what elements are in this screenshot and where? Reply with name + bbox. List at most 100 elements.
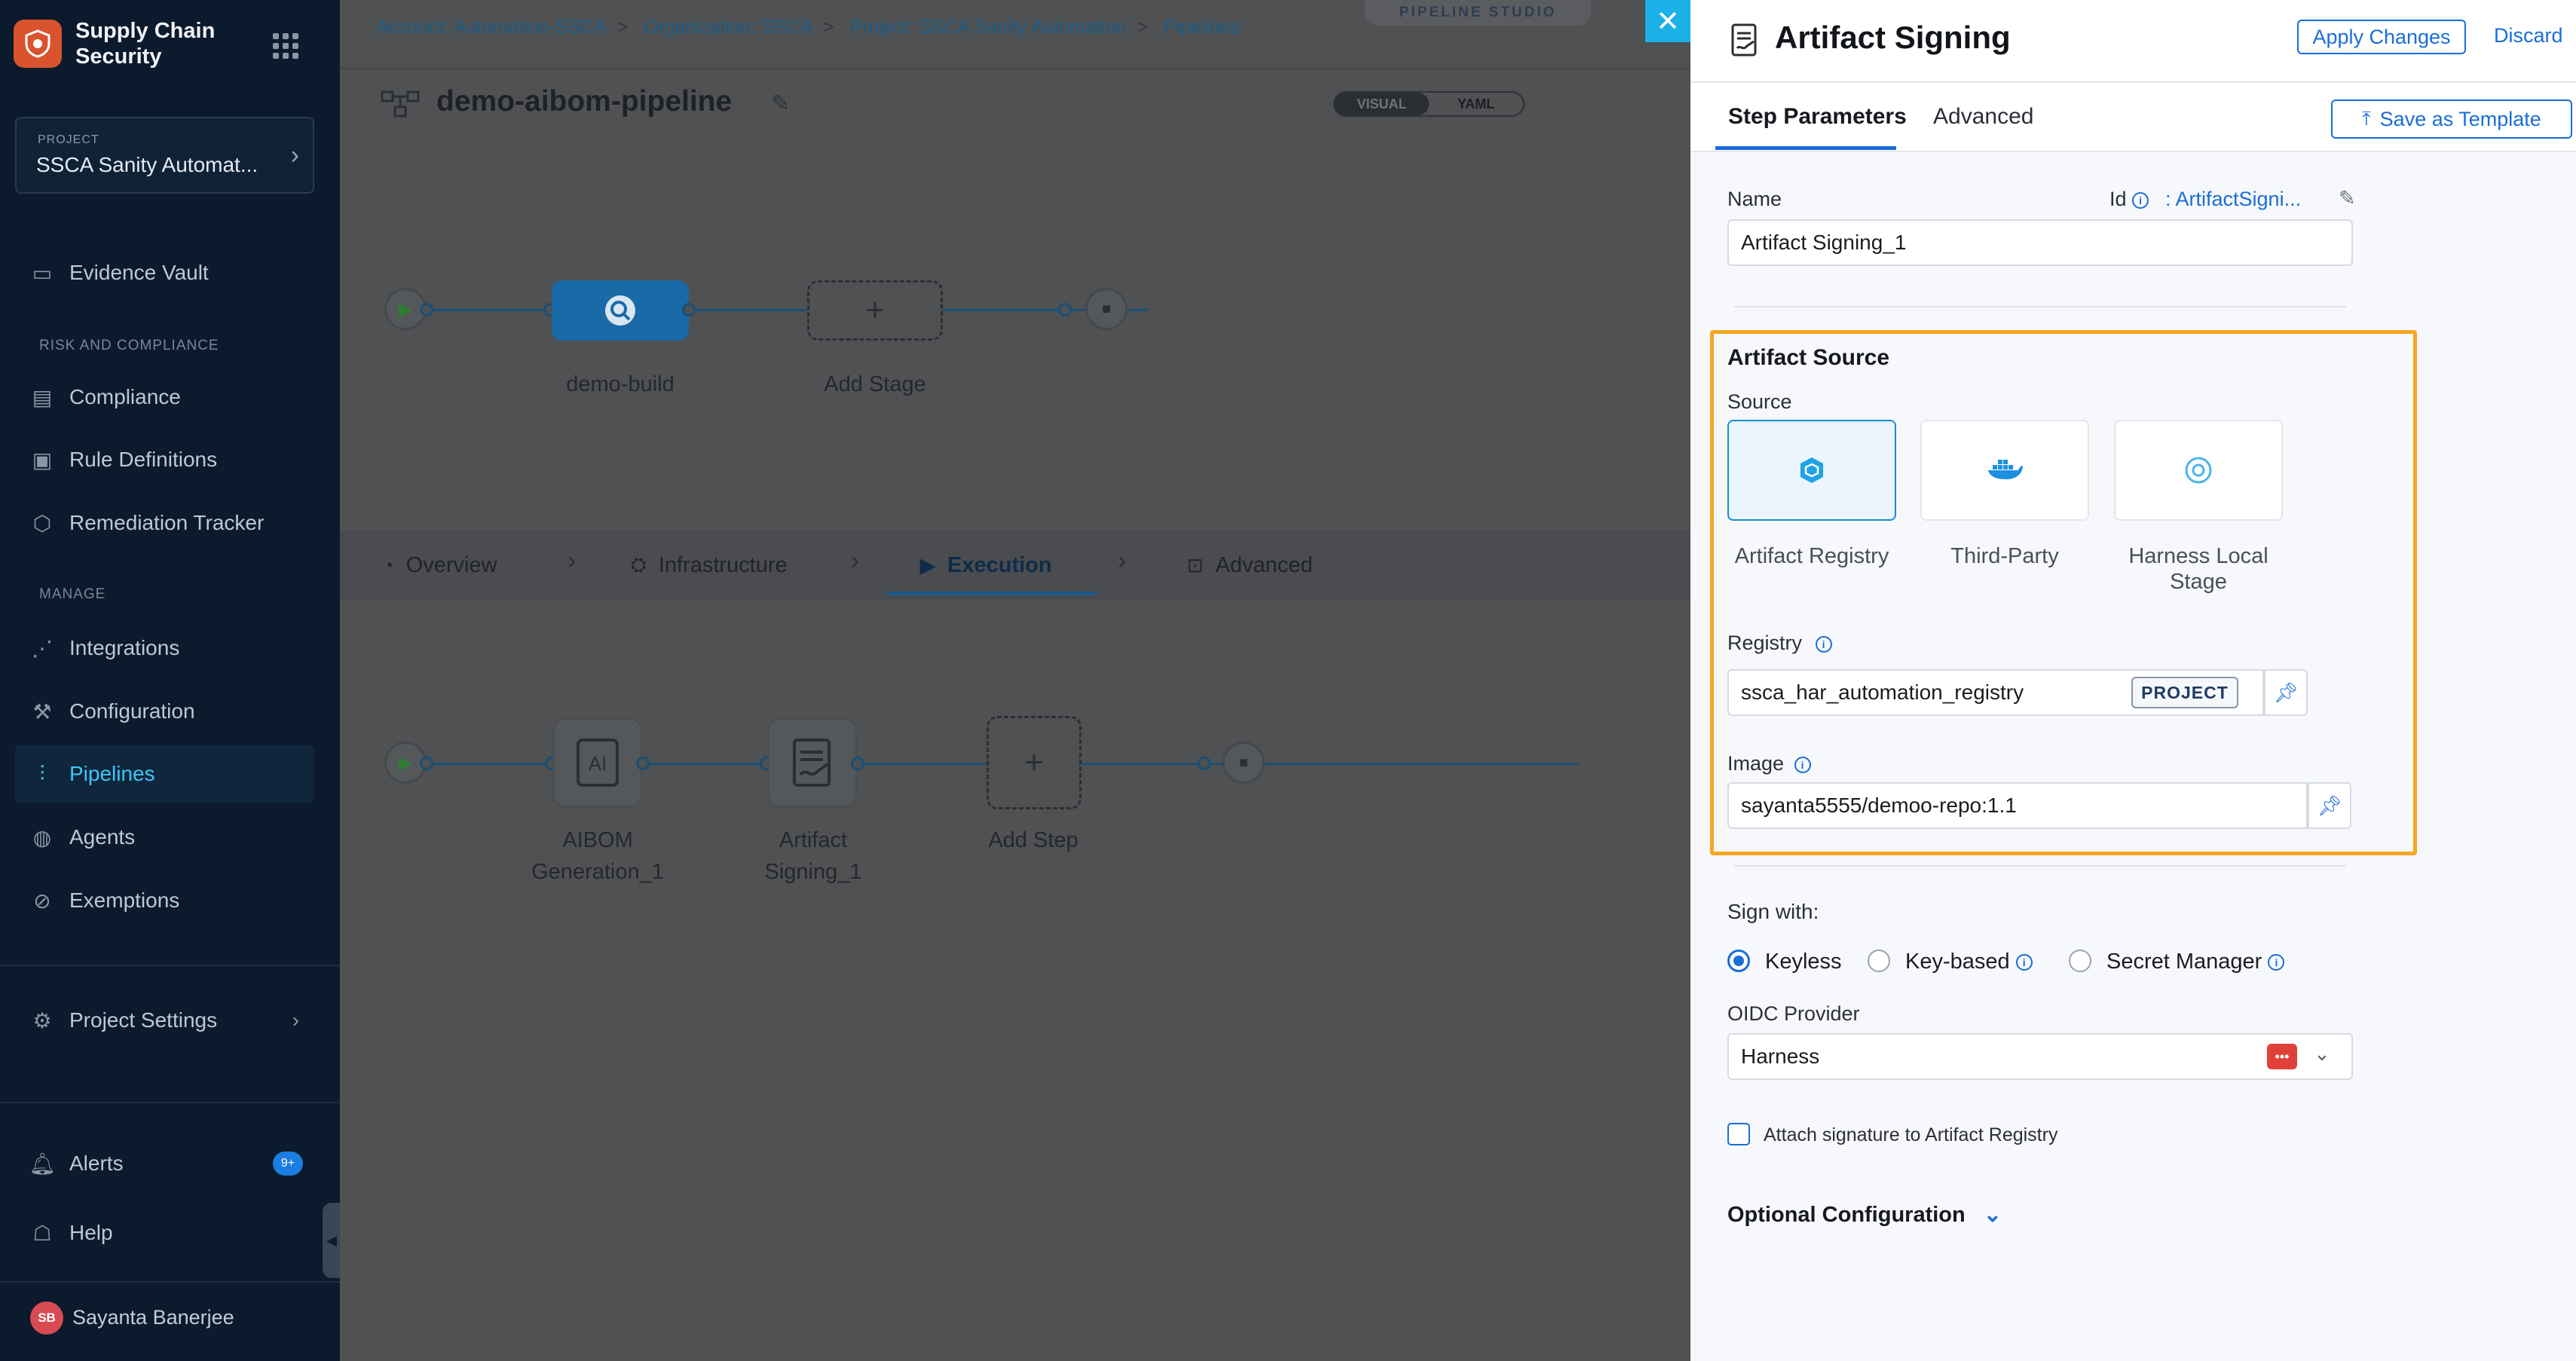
breadcrumb-project[interactable]: Project: SSCA Sanity Automation [850,17,1127,38]
tab-execution[interactable]: ▶ Execution [920,531,1052,599]
sidebar-item-label: Configuration [69,699,195,723]
more-icon[interactable]: ••• [2267,1044,2297,1069]
chevron-down-icon[interactable]: ⌄ [2314,1042,2330,1066]
brand[interactable]: Supply Chain Security [14,18,241,69]
yaml-toggle[interactable]: YAML [1429,93,1523,115]
pencil-icon[interactable]: ✎ [771,90,790,117]
apply-changes-button[interactable]: Apply Changes [2297,20,2466,54]
sidebar-item-exemptions[interactable]: ⊘ Exemptions [15,872,314,929]
tab-advanced[interactable]: Advanced [1933,104,2033,130]
artifact-source-heading: Artifact Source [1727,345,1890,370]
divider [1734,865,2346,867]
step-aibom-generation[interactable]: AI [553,718,642,807]
sidebar-item-pipelines[interactable]: ⫶ Pipelines [15,745,314,803]
visual-toggle[interactable]: VISUAL [1335,93,1429,115]
step-label: AIBOM Generation_1 [522,824,673,888]
radio-secret-manager[interactable] [2069,950,2091,972]
scope-badge: PROJECT [2131,677,2238,708]
brand-title: Supply Chain Security [75,19,216,69]
close-drawer-button[interactable]: ✕ [1645,0,1690,42]
step-label: Artifact Signing_1 [738,824,889,888]
source-option-label: Third-Party [1950,544,2059,568]
tab-advanced[interactable]: ⊡ Advanced [1187,531,1313,599]
sidebar-item-remediation-tracker[interactable]: ⬡ Remediation Tracker [15,494,314,552]
sidebar-item-project-settings[interactable]: ⚙ Project Settings › [15,992,314,1049]
section-manage: MANAGE [39,586,106,602]
oidc-provider-select[interactable]: Harness ••• ⌄ [1727,1033,2353,1080]
info-icon[interactable]: i [1794,756,1811,773]
radio-label-secret-manager: Secret Manager i [2106,950,2285,974]
flow-dot [1058,303,1072,317]
breadcrumb-account[interactable]: Account: Automation-SSCA [376,17,607,38]
info-icon[interactable]: i [1815,635,1832,653]
clipboard-icon: ▣ [32,448,53,472]
sidebar-item-agents[interactable]: ◍ Agents [15,809,314,866]
name-input[interactable]: Artifact Signing_1 [1727,219,2353,266]
project-selector[interactable]: PROJECT SSCA Sanity Automat... › [15,117,314,194]
add-stage-button[interactable]: + [807,280,943,341]
source-artifact-registry[interactable] [1727,420,1896,521]
artifact-source-highlight [1710,330,2417,855]
view-toggle[interactable]: VISUAL YAML [1333,91,1525,117]
sidebar-item-label: Help [69,1221,113,1244]
sidebar-item-integrations[interactable]: ⋰ Integrations [15,619,314,677]
divider [1734,306,2346,307]
source-label-third-party: Third-Party [1905,543,2104,569]
source-third-party[interactable] [1920,420,2089,521]
optional-configuration-toggle[interactable]: Optional Configuration ⌄ [1727,1201,2002,1228]
radio-label-keyless: Keyless [1765,950,1842,974]
app-grid-icon[interactable] [273,33,298,59]
project-kicker: PROJECT [38,133,99,146]
stage-demo-build[interactable] [552,280,689,341]
sidebar-item-configuration[interactable]: ⚒ Configuration [15,683,314,740]
sidebar-item-evidence-vault[interactable]: ▭ Evidence Vault [15,244,314,301]
radio-keyless[interactable] [1727,950,1750,972]
harness-local-icon [2185,457,2212,484]
source-label-artifact-registry: Artifact Registry [1712,543,1911,569]
discard-button[interactable]: Discard [2494,24,2563,47]
section-risk: RISK AND COMPLIANCE [39,338,219,353]
sidebar-item-alerts[interactable]: 🔔︎ Alerts [15,1135,314,1192]
radio-key-based[interactable] [1868,950,1890,972]
pin-icon[interactable]: 📌︎ [2264,669,2308,716]
pencil-icon[interactable]: ✎ [2339,187,2356,210]
upload-icon: ⤒ [2362,107,2371,130]
step-artifact-signing[interactable] [768,718,857,807]
breadcrumb-organization[interactable]: Organization: SSCA [644,17,812,38]
save-as-template-button[interactable]: ⤒ Save as Template [2331,99,2572,139]
avatar[interactable]: SB [30,1301,63,1335]
collapse-sidebar-button[interactable]: ◀ [323,1203,341,1278]
info-icon[interactable]: i [2015,954,2033,971]
source-harness-local-stage[interactable] [2114,420,2283,521]
info-icon[interactable]: i [2132,191,2149,209]
info-icon[interactable]: i [2268,954,2285,971]
sidebar-item-compliance[interactable]: ▤ Compliance [15,369,314,426]
image-label-text: Image [1727,752,1785,775]
oidc-value: Harness [1741,1044,1820,1068]
attach-signature-checkbox[interactable] [1727,1123,1750,1145]
tab-label: Execution [947,552,1052,577]
aibom-icon: AI [577,739,619,787]
save-as-template-label: Save as Template [2379,107,2541,130]
sidebar-item-rule-definitions[interactable]: ▣ Rule Definitions [15,431,314,488]
integrations-icon: ⋰ [32,636,53,660]
image-input[interactable]: sayanta5555/demoo-repo:1.1 [1727,782,2308,829]
add-step-button[interactable]: + [987,716,1081,809]
step-label-line: Signing_1 [764,860,862,884]
oidc-label: OIDC Provider [1727,1002,1860,1025]
tab-step-parameters[interactable]: Step Parameters [1728,104,1907,130]
tab-overview[interactable]: ◔ Overview [382,531,497,599]
breadcrumb-pipelines[interactable]: Pipelines [1164,17,1240,38]
user-name[interactable]: Sayanta Banerjee [72,1306,234,1329]
sidebar-item-label: Integrations [69,636,180,659]
stop-icon: ■ [1085,288,1127,330]
tab-infrastructure[interactable]: ⛭ Infrastructure [631,531,788,599]
pipeline-title: demo-aibom-pipeline [436,85,733,118]
id-value[interactable]: : ArtifactSigni... [2165,188,2301,211]
divider [0,965,340,966]
sidebar-item-help[interactable]: ☖ Help [15,1204,314,1262]
step-drawer: Artifact Signing Apply Changes Discard S… [1690,0,2576,1361]
image-label: Image i [1727,752,1811,775]
source-option-label: Stage [2170,570,2227,594]
pin-icon[interactable]: 📌︎ [2308,782,2351,829]
